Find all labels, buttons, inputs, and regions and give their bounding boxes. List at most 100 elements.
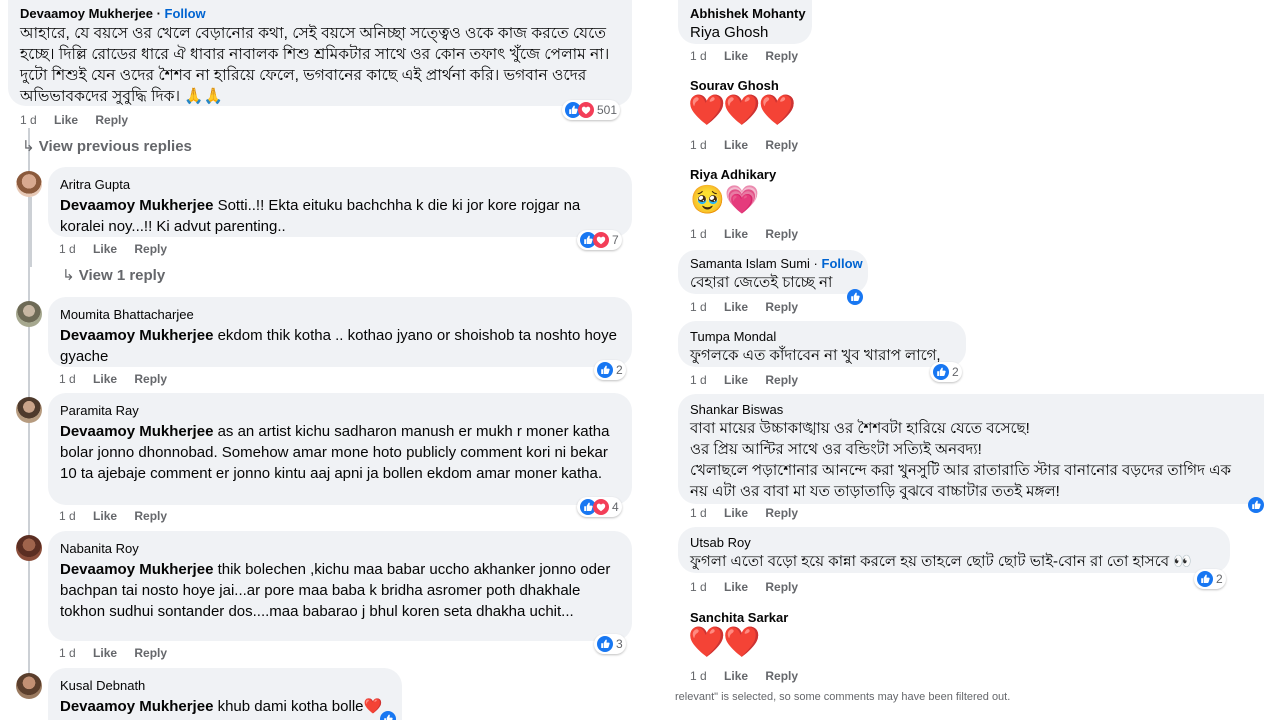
reply-button[interactable]: Reply <box>134 646 167 660</box>
reply-author[interactable]: Paramita Ray <box>60 402 620 419</box>
reaction-count[interactable]: 501 <box>562 100 621 120</box>
mention-tag[interactable]: Devaamoy Mukherjee <box>60 327 213 344</box>
comment-time[interactable]: 1 d <box>690 138 707 152</box>
reaction-count[interactable]: 7 <box>577 230 622 250</box>
comment-time[interactable]: 1 d <box>690 227 707 241</box>
reply-author[interactable]: Nabanita Roy <box>60 540 620 557</box>
like-reaction-icon <box>1197 571 1213 587</box>
reply-button[interactable]: Reply <box>765 506 798 520</box>
mention-tag[interactable]: Devaamoy Mukherjee <box>60 561 213 578</box>
comment-emoji-hearts: ❤️❤️❤️ <box>688 94 796 127</box>
like-button[interactable]: Like <box>724 227 748 241</box>
reply-button[interactable]: Reply <box>765 49 798 63</box>
thread-line <box>30 197 32 267</box>
follow-link[interactable]: Follow <box>822 256 863 271</box>
top-comment-author[interactable]: Devaamoy Mukherjee <box>20 6 153 21</box>
comment-text: Riya Ghosh <box>690 24 769 41</box>
reaction-count[interactable]: 2 <box>594 360 626 380</box>
reply-button[interactable]: Reply <box>134 509 167 523</box>
avatar[interactable] <box>16 535 42 561</box>
comment-author[interactable]: Shankar Biswas <box>690 401 1264 418</box>
comment-time[interactable]: 1 d <box>59 646 76 660</box>
like-button[interactable]: Like <box>724 373 748 387</box>
comment-author[interactable]: Utsab Roy <box>690 534 1218 551</box>
like-button[interactable]: Like <box>93 509 117 523</box>
comment-bubble: Utsab Roy ফুগলা এতো বড়ো হয়ে কান্না করল… <box>678 527 1230 573</box>
comment-time[interactable]: 1 d <box>690 300 707 314</box>
comment-time[interactable]: 1 d <box>20 113 37 127</box>
comment-time[interactable]: 1 d <box>690 49 707 63</box>
reaction-count[interactable]: 3 <box>594 634 626 654</box>
mention-tag[interactable]: Devaamoy Mukherjee <box>60 197 213 214</box>
like-button[interactable]: Like <box>724 580 748 594</box>
reaction-number: 2 <box>1216 572 1223 586</box>
like-button[interactable]: Like <box>724 300 748 314</box>
follow-link[interactable]: Follow <box>165 6 206 21</box>
reply-button[interactable]: Reply <box>765 580 798 594</box>
reaction-count[interactable]: 2 <box>930 362 962 382</box>
comment-emoji: 🥹💗 <box>690 184 760 215</box>
comment-author[interactable]: Tumpa Mondal <box>690 328 954 345</box>
reaction-number: 3 <box>616 637 623 651</box>
reply-button[interactable]: Reply <box>765 669 798 683</box>
comment-author-line: Samanta Islam Sumi · Follow <box>690 255 863 272</box>
like-button[interactable]: Like <box>93 372 117 386</box>
comment-time[interactable]: 1 d <box>59 509 76 523</box>
comment-time[interactable]: 1 d <box>690 506 707 520</box>
reaction-count[interactable]: 4 <box>577 497 622 517</box>
reply-author[interactable]: Moumita Bhattacharjee <box>60 306 620 323</box>
comment-time[interactable]: 1 d <box>690 580 707 594</box>
like-reaction-icon[interactable] <box>380 711 396 720</box>
view-one-reply[interactable]: ↳ View 1 reply <box>62 266 165 284</box>
reply-button[interactable]: Reply <box>765 300 798 314</box>
like-button[interactable]: Like <box>724 138 748 152</box>
avatar[interactable] <box>16 171 42 197</box>
reply-button[interactable]: Reply <box>765 227 798 241</box>
like-reaction-icon[interactable] <box>847 289 863 305</box>
reaction-number: 2 <box>952 365 959 379</box>
avatar[interactable] <box>16 397 42 423</box>
avatar[interactable] <box>16 301 42 327</box>
comment-actions: 1 d Like Reply <box>690 373 812 387</box>
reply-author[interactable]: Aritra Gupta <box>60 176 620 193</box>
mention-tag[interactable]: Devaamoy Mukherjee <box>60 423 213 440</box>
comment-author[interactable]: Abhishek Mohanty <box>690 5 806 22</box>
reply-button[interactable]: Reply <box>134 372 167 386</box>
reply-button[interactable]: Reply <box>765 373 798 387</box>
like-button[interactable]: Like <box>724 506 748 520</box>
view-previous-replies[interactable]: ↳ View previous replies <box>22 137 192 155</box>
comment-actions: 1 d Like Reply <box>690 49 812 63</box>
reply-author[interactable]: Kusal Debnath <box>60 677 390 694</box>
comment-bubble: Samanta Islam Sumi · Follow বেহারা জেতেই… <box>678 250 868 294</box>
comment-text: বেহারা জেতেই চাচ্ছে না <box>690 274 833 291</box>
avatar[interactable] <box>16 673 42 699</box>
comment-text-line: খেলাছলে পড়াশোনার আনন্দে করা খুনসুটি আর … <box>690 462 1232 479</box>
love-reaction-icon <box>578 102 594 118</box>
mention-tag[interactable]: Devaamoy Mukherjee <box>60 698 213 715</box>
comment-time[interactable]: 1 d <box>59 242 76 256</box>
comment-time[interactable]: 1 d <box>59 372 76 386</box>
like-button[interactable]: Like <box>54 113 78 127</box>
like-button[interactable]: Like <box>93 242 117 256</box>
reply-button[interactable]: Reply <box>765 138 798 152</box>
reaction-number: 7 <box>612 233 619 247</box>
comment-author[interactable]: Riya Adhikary <box>690 166 776 183</box>
reply-bubble: Nabanita Roy Devaamoy Mukherjee thik bol… <box>48 531 632 641</box>
comment-author[interactable]: Samanta Islam Sumi <box>690 256 810 271</box>
top-comment-author-line: Devaamoy Mukherjee · Follow <box>20 5 620 22</box>
reply-text: Devaamoy Mukherjee as an artist kichu sa… <box>60 421 620 484</box>
reply-bubble: Aritra Gupta Devaamoy Mukherjee Sotti..!… <box>48 167 632 237</box>
like-button[interactable]: Like <box>724 669 748 683</box>
comment-actions: 1 d Like Reply <box>690 138 812 152</box>
reply-button[interactable]: Reply <box>134 242 167 256</box>
comment-time[interactable]: 1 d <box>690 373 707 387</box>
like-button[interactable]: Like <box>93 646 117 660</box>
like-button[interactable]: Like <box>724 49 748 63</box>
reply-button[interactable]: Reply <box>95 113 128 127</box>
comment-time[interactable]: 1 d <box>690 669 707 683</box>
comment-actions: 1 d Like Reply <box>690 300 812 314</box>
reaction-count[interactable]: 2 <box>1194 569 1226 589</box>
reply-text: Devaamoy Mukherjee thik bolechen ,kichu … <box>60 559 620 622</box>
reply-actions: 1 d Like Reply <box>59 372 181 386</box>
like-reaction-icon[interactable] <box>1248 497 1264 513</box>
